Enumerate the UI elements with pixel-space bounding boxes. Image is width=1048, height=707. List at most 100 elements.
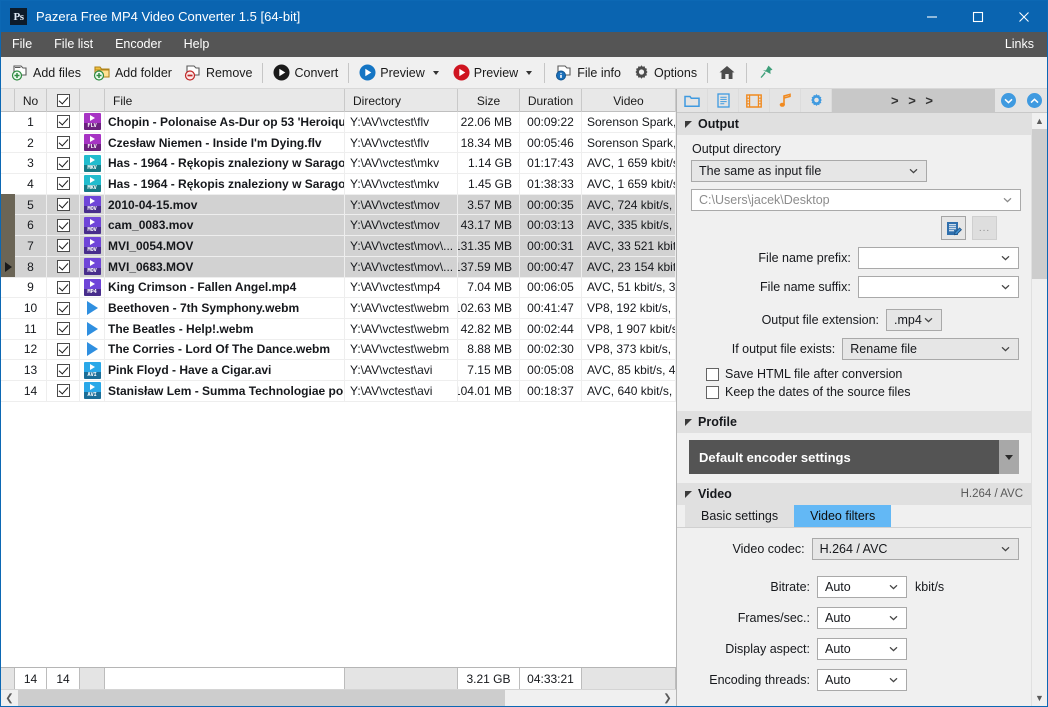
row-checkbox[interactable]	[56, 260, 70, 274]
menu-links[interactable]: Links	[994, 32, 1047, 57]
row-checkbox[interactable]	[56, 322, 70, 336]
row-checkbox[interactable]	[56, 280, 70, 294]
hscroll-thumb[interactable]	[18, 689, 506, 706]
table-row[interactable]: 10 Beethoven - 7th Symphony.webm Y:\AV\vct…	[1, 297, 676, 319]
expand-all-button[interactable]	[1021, 89, 1047, 112]
close-button[interactable]	[1001, 1, 1047, 32]
row-checkbox[interactable]	[56, 301, 70, 315]
preview-red-caret-icon[interactable]	[526, 70, 533, 75]
output-section-header[interactable]: Output	[677, 113, 1031, 135]
convert-button[interactable]: Convert	[267, 60, 344, 86]
column-video[interactable]: Video	[582, 89, 676, 112]
row-checkbox-cell[interactable]	[47, 132, 80, 153]
table-row[interactable]: 14 AVI Stanisław Lem - Summa Technologiae …	[1, 380, 676, 402]
row-checkbox-cell[interactable]	[47, 277, 80, 298]
column-duration[interactable]: Duration	[520, 89, 582, 112]
edit-output-list-button[interactable]	[941, 216, 966, 240]
table-row[interactable]: 8 MOV MVI_0683.MOV Y:\AV\vctest\mov\... 137.…	[1, 256, 676, 278]
row-checkbox-cell[interactable]	[47, 256, 80, 277]
preview-red-button[interactable]: Preview	[447, 60, 540, 86]
if-output-exists-select[interactable]: Rename file	[842, 338, 1019, 360]
bitrate-select[interactable]: Auto	[817, 576, 907, 598]
row-checkbox[interactable]	[56, 115, 70, 129]
profile-dropdown-button[interactable]	[999, 440, 1019, 474]
row-checkbox-cell[interactable]	[47, 359, 80, 381]
tab-document[interactable]	[708, 89, 739, 112]
preview-blue-caret-icon[interactable]	[432, 70, 439, 75]
table-row[interactable]: 1 FLV Chopin - Polonaise As-Dur op 53 'Her…	[1, 112, 676, 133]
maximize-button[interactable]	[955, 1, 1001, 32]
menu-help[interactable]: Help	[173, 32, 221, 57]
row-checkbox[interactable]	[56, 342, 70, 356]
scroll-down-icon[interactable]: ▼	[1032, 690, 1047, 706]
table-row[interactable]: 2 FLV Czesław Niemen - Inside I'm Dying.fl…	[1, 132, 676, 154]
column-select-all[interactable]	[47, 89, 80, 112]
table-row[interactable]: 13 AVI Pink Floyd - Have a Cigar.avi Y:\AV\…	[1, 359, 676, 381]
scroll-left-icon[interactable]: ❮	[1, 690, 18, 707]
table-row[interactable]: 4 MKV Has - 1964 - Rękopis znaleziony w Sa…	[1, 173, 676, 195]
browse-output-button[interactable]: ...	[972, 216, 997, 240]
row-checkbox-cell[interactable]	[47, 194, 80, 215]
vscroll-track[interactable]	[1032, 129, 1047, 690]
scroll-right-icon[interactable]: ❯	[659, 690, 676, 707]
output-path-input[interactable]: C:\Users\jacek\Desktop	[691, 189, 1021, 211]
table-row[interactable]: 7 MOV MVI_0054.MOV Y:\AV\vctest\mov\... 131.…	[1, 235, 676, 257]
pin-button[interactable]	[751, 60, 780, 86]
scroll-up-icon[interactable]: ▲	[1032, 113, 1047, 129]
display-aspect-select[interactable]: Auto	[817, 638, 907, 660]
file-info-button[interactable]: File info	[549, 60, 627, 86]
video-codec-select[interactable]: H.264 / AVC	[811, 538, 1019, 560]
output-directory-mode-select[interactable]: The same as input file	[691, 160, 927, 182]
select-all-checkbox[interactable]	[56, 94, 70, 107]
add-files-button[interactable]: Add files	[5, 60, 87, 86]
tab-basic-settings[interactable]: Basic settings	[685, 505, 795, 527]
row-checkbox-cell[interactable]	[47, 297, 80, 319]
table-row[interactable]: 5 MOV 2010-04-15.mov Y:\AV\vctest\mov 3.57 M…	[1, 194, 676, 216]
table-row[interactable]: 6 MOV cam_0083.mov Y:\AV\vctest\mov 43.17 MB…	[1, 214, 676, 237]
save-html-checkbox-row[interactable]: Save HTML file after conversion	[706, 367, 1019, 381]
keep-dates-checkbox[interactable]	[706, 385, 719, 399]
table-row[interactable]: 11 The Beatles - Help!.webm Y:\AV\vctest\w…	[1, 318, 676, 340]
row-checkbox[interactable]	[56, 198, 70, 212]
row-checkbox-cell[interactable]	[47, 235, 80, 257]
row-checkbox-cell[interactable]	[47, 112, 80, 133]
profile-section-header[interactable]: Profile	[677, 411, 1031, 433]
add-folder-button[interactable]: Add folder	[87, 60, 178, 86]
table-row[interactable]: 12 The Corries - Lord Of The Dance.webm Y:…	[1, 339, 676, 361]
table-row[interactable]: 3 MKV Has - 1964 - Rękopis znaleziony w Sa…	[1, 152, 676, 175]
column-directory[interactable]: Directory	[345, 89, 458, 112]
row-checkbox[interactable]	[56, 218, 70, 232]
menu-file[interactable]: File	[1, 32, 43, 57]
tab-folder[interactable]	[677, 89, 708, 112]
frames-per-second-select[interactable]: Auto	[817, 607, 907, 629]
vscroll-thumb[interactable]	[1032, 129, 1047, 279]
row-checkbox[interactable]	[56, 384, 70, 398]
row-checkbox-cell[interactable]	[47, 380, 80, 402]
profile-select[interactable]: Default encoder settings	[689, 440, 1019, 474]
home-button[interactable]	[712, 60, 742, 86]
settings-vertical-scrollbar[interactable]: ▲ ▼	[1031, 113, 1047, 706]
row-checkbox[interactable]	[56, 136, 70, 150]
tab-settings[interactable]	[801, 89, 832, 112]
row-checkbox-cell[interactable]	[47, 173, 80, 195]
menu-encoder[interactable]: Encoder	[104, 32, 173, 57]
output-extension-select[interactable]: .mp4	[886, 309, 942, 331]
video-section-header[interactable]: Video H.264 / AVC	[677, 483, 1031, 505]
save-html-checkbox[interactable]	[706, 367, 719, 381]
row-checkbox-cell[interactable]	[47, 214, 80, 236]
file-name-suffix-input[interactable]	[857, 276, 1019, 298]
hscroll-track[interactable]	[18, 689, 659, 706]
keep-dates-checkbox-row[interactable]: Keep the dates of the source files	[706, 385, 1019, 399]
tab-video-filters[interactable]: Video filters	[794, 505, 892, 527]
row-checkbox[interactable]	[56, 177, 70, 191]
menu-file-list[interactable]: File list	[43, 32, 104, 57]
tab-audio[interactable]	[770, 89, 801, 112]
row-checkbox-cell[interactable]	[47, 339, 80, 360]
table-row[interactable]: 9 MP4 King Crimson - Fallen Angel.mp4 Y:\AV…	[1, 277, 676, 299]
row-checkbox[interactable]	[56, 363, 70, 377]
row-checkbox[interactable]	[56, 156, 70, 170]
collapse-all-button[interactable]	[995, 89, 1021, 112]
expand-arrows-button[interactable]: > > >	[832, 89, 995, 112]
file-name-prefix-input[interactable]	[857, 247, 1019, 269]
column-file[interactable]: File	[105, 89, 345, 112]
